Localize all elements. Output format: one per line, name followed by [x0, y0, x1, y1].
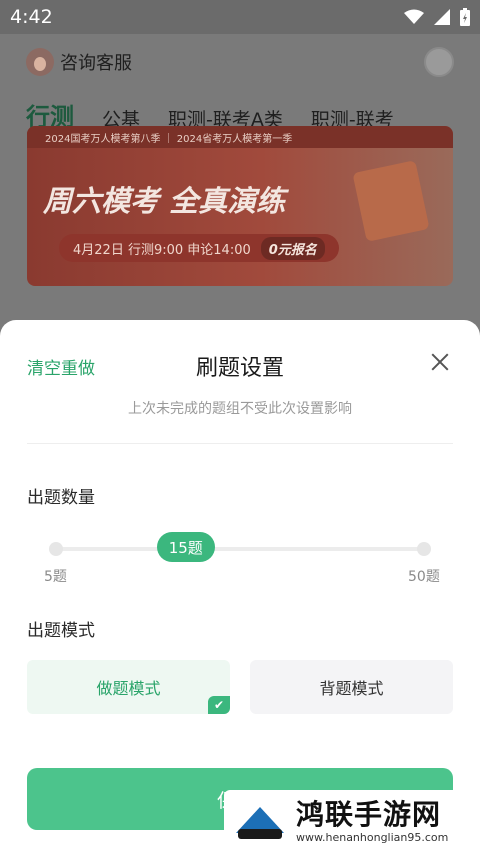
- status-time: 4:42: [10, 6, 53, 28]
- slider-min-dot: [49, 542, 63, 556]
- check-icon: ✔: [208, 696, 230, 714]
- question-count-label: 出题数量: [27, 488, 95, 508]
- slider-max-dot: [417, 542, 431, 556]
- promo-banner[interactable]: 2024国考万人模考第八季 ｜ 2024省考万人模考第一季 周六模考 全真演练 …: [27, 126, 453, 286]
- recite-mode-option[interactable]: 背题模式: [250, 660, 453, 714]
- question-mode-label: 出题模式: [27, 621, 95, 641]
- banner-schedule: 4月22日 行测9:00 申论14:00: [73, 242, 251, 258]
- book-illustration-icon: [352, 160, 430, 242]
- battery-icon: [460, 8, 470, 26]
- banner-strip: 2024国考万人模考第八季 ｜ 2024省考万人模考第一季: [27, 126, 453, 148]
- practice-mode-label: 做题模式: [96, 679, 161, 698]
- close-icon[interactable]: [428, 350, 452, 374]
- customer-service-avatar-icon[interactable]: [26, 48, 54, 76]
- user-avatar-icon[interactable]: [424, 47, 454, 77]
- watermark-name: 鸿联手游网: [296, 797, 442, 831]
- status-bar: 4:42: [0, 0, 480, 34]
- slider-max-label: 50题: [408, 569, 440, 585]
- customer-service-link[interactable]: 咨询客服: [60, 49, 132, 75]
- sheet-header: 清空重做 刷题设置: [0, 320, 480, 406]
- practice-settings-sheet: 清空重做 刷题设置 上次未完成的题组不受此次设置影响 出题数量 15题 5题 5…: [0, 320, 480, 853]
- watermark-url: www.henanhonglian95.com: [296, 830, 449, 844]
- slider-thumb[interactable]: 15题: [156, 532, 215, 562]
- signal-icon: [434, 9, 450, 25]
- banner-headline: 周六模考 全真演练: [43, 184, 286, 218]
- banner-schedule-pill: 4月22日 行测9:00 申论14:00 0元报名: [59, 234, 339, 262]
- recite-mode-label: 背题模式: [319, 679, 384, 698]
- watermark-text: 鸿联手游网 www.henanhonglian95.com: [296, 797, 449, 845]
- practice-mode-option[interactable]: 做题模式 ✔: [27, 660, 230, 714]
- watermark: 鸿联手游网 www.henanhonglian95.com: [224, 790, 480, 853]
- sheet-title: 刷题设置: [195, 356, 284, 381]
- wifi-icon: [404, 9, 424, 24]
- app-topbar: 咨询客服: [0, 34, 480, 90]
- question-count-slider[interactable]: 15题: [49, 532, 431, 562]
- slider-min-label: 5题: [44, 569, 67, 585]
- sheet-subtitle: 上次未完成的题组不受此次设置影响: [128, 401, 352, 417]
- watermark-logo-icon: [232, 799, 288, 845]
- banner-signup-badge: 0元报名: [260, 236, 325, 260]
- status-icons: [404, 8, 470, 26]
- divider: [27, 443, 453, 444]
